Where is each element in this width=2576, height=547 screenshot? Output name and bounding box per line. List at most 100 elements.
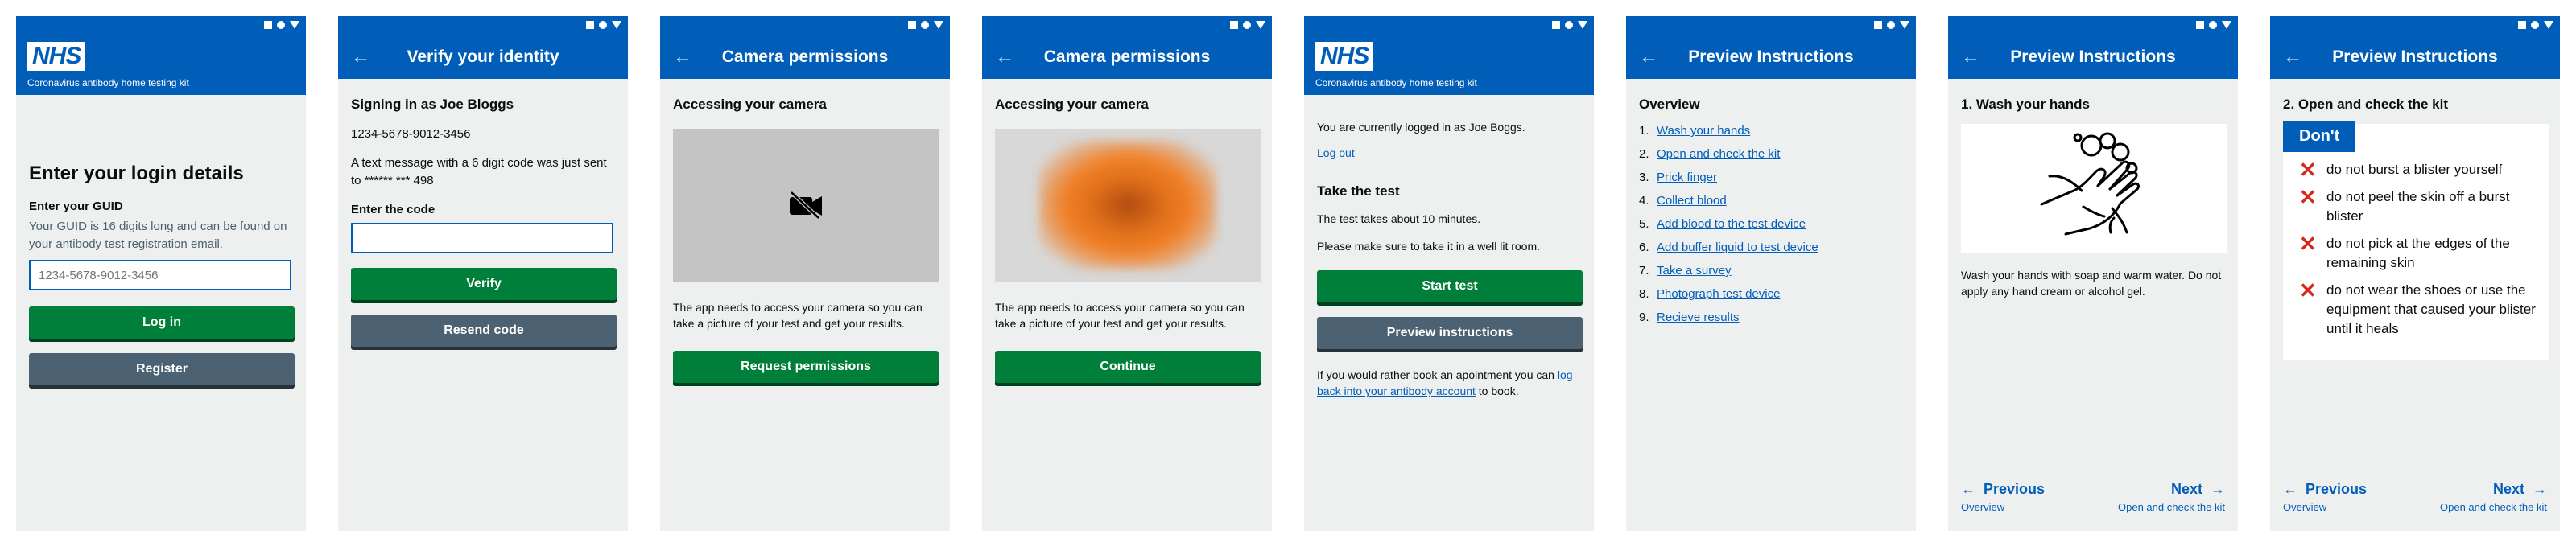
app-subtitle: Coronavirus antibody home testing kit <box>27 77 189 88</box>
screen-step-open-kit: ← Preview Instructions 2. Open and check… <box>2270 16 2560 531</box>
signing-in-text: Signing in as Joe Bloggs <box>351 97 514 112</box>
screen-login: NHS Coronavirus antibody home testing ki… <box>16 16 306 531</box>
back-arrow-icon[interactable]: ← <box>995 45 1014 69</box>
step-number: 8. <box>1639 287 1649 301</box>
request-permissions-button[interactable]: Request permissions <box>673 351 939 383</box>
list-item[interactable]: 6. Add buffer liquid to test device <box>1639 236 1903 259</box>
step-link[interactable]: Open and check the kit <box>1657 142 1780 166</box>
previous-sublabel: Overview <box>1961 501 2005 513</box>
section-heading: Accessing your camera <box>673 97 827 112</box>
list-item[interactable]: 5. Add blood to the test device <box>1639 212 1903 236</box>
dont-list: ✕ do not burst a blister yourself ✕ do not… <box>2283 152 2549 360</box>
screen-overview: ← Preview Instructions Overview 1. Wash y… <box>1626 16 1916 531</box>
guid-input[interactable] <box>29 260 291 290</box>
step-number: 6. <box>1639 241 1649 254</box>
battery-icon <box>2531 21 2539 29</box>
step-instructions: Wash your hands with soap and warm water… <box>1961 269 2222 298</box>
arrow-right-icon: → <box>2211 481 2225 497</box>
notification-icon <box>2518 21 2526 29</box>
list-item[interactable]: 3. Prick finger <box>1639 166 1903 189</box>
dont-panel: Don't ✕ do not burst a blister yourself ✕… <box>2283 121 2549 360</box>
camera-off-icon <box>790 191 822 220</box>
step-link[interactable]: Add buffer liquid to test device <box>1657 236 1818 259</box>
screen-camera-request: ← Camera permissions Accessing your came… <box>660 16 950 531</box>
nhs-header: NHS Coronavirus antibody home testing ki… <box>1304 35 1594 95</box>
screen-title: Camera permissions <box>721 47 889 66</box>
list-item[interactable]: 9. Recieve results <box>1639 306 1903 329</box>
list-item[interactable]: 4. Collect blood <box>1639 189 1903 212</box>
step-link[interactable]: Add blood to the test device <box>1657 212 1806 236</box>
previous-label: Previous <box>1984 481 2046 497</box>
start-test-button[interactable]: Start test <box>1317 270 1583 302</box>
app-subtitle: Coronavirus antibody home testing kit <box>1315 77 1477 88</box>
back-arrow-icon[interactable]: ← <box>351 45 370 69</box>
cross-icon: ✕ <box>2299 158 2317 182</box>
list-item: ✕ do not peel the skin off a burst bliste… <box>2299 187 2541 226</box>
battery-icon <box>1243 21 1251 29</box>
battery-icon <box>277 21 285 29</box>
step-number: 9. <box>1639 311 1649 324</box>
signal-icon <box>1256 21 1265 29</box>
sms-message: A text message with a 6 digit code was j… <box>351 156 607 187</box>
step-link[interactable]: Wash your hands <box>1657 119 1750 142</box>
camera-placeholder <box>673 129 939 282</box>
verify-button[interactable]: Verify <box>351 268 617 300</box>
screen-title: Preview Instructions <box>2010 47 2176 66</box>
next-link[interactable]: Next → Open and check the kit <box>2118 481 2225 513</box>
nhs-logo: NHS <box>1315 42 1374 71</box>
continue-button[interactable]: Continue <box>995 351 1261 383</box>
step-number: 7. <box>1639 264 1649 278</box>
list-item[interactable]: 2. Open and check the kit <box>1639 142 1903 166</box>
notification-icon <box>2196 21 2204 29</box>
step-link[interactable]: Recieve results <box>1657 306 1740 329</box>
list-item: ✕ do not pick at the edges of the remaini… <box>2299 232 2541 273</box>
previous-label: Previous <box>2306 481 2368 497</box>
step-pagination: ← Previous Overview Next → Open and chec… <box>1961 481 2225 521</box>
status-bar <box>1626 16 1916 35</box>
step-link[interactable]: Collect blood <box>1657 189 1727 212</box>
signal-icon <box>934 21 943 29</box>
preview-instructions-button[interactable]: Preview instructions <box>1317 317 1583 349</box>
dont-text: do not peel the skin off a burst blister <box>2326 189 2510 224</box>
step-link[interactable]: Photograph test device <box>1657 282 1780 306</box>
list-item: ✕ do not burst a blister yourself <box>2299 158 2541 182</box>
list-item[interactable]: 1. Wash your hands <box>1639 119 1903 142</box>
previous-link[interactable]: ← Previous Overview <box>2283 481 2367 513</box>
step-link[interactable]: Take a survey <box>1657 259 1732 282</box>
dont-text: do not wear the shoes or use the equipme… <box>2326 282 2536 336</box>
cross-icon: ✕ <box>2299 185 2317 209</box>
login-button[interactable]: Log in <box>29 306 295 339</box>
back-arrow-icon[interactable]: ← <box>1961 45 1980 69</box>
app-bar: ← Preview Instructions <box>2270 35 2560 79</box>
logged-in-text: You are currently logged in as Joe Boggs… <box>1317 121 1525 134</box>
list-item[interactable]: 8. Photograph test device <box>1639 282 1903 306</box>
screen-title: Preview Instructions <box>1688 47 1854 66</box>
arrow-left-icon: ← <box>1961 481 1975 497</box>
step-pagination: ← Previous Overview Next → Open and chec… <box>2283 481 2547 521</box>
back-arrow-icon[interactable]: ← <box>673 45 692 69</box>
previous-link[interactable]: ← Previous Overview <box>1961 481 2045 513</box>
status-bar <box>982 16 1272 35</box>
register-button[interactable]: Register <box>29 353 295 385</box>
next-link[interactable]: Next → Open and check the kit <box>2440 481 2547 513</box>
dont-heading: Don't <box>2283 121 2356 152</box>
status-bar <box>16 16 306 35</box>
battery-icon <box>1565 21 1573 29</box>
nhs-header: NHS Coronavirus antibody home testing ki… <box>16 35 306 95</box>
status-bar <box>1948 16 2238 35</box>
cross-icon: ✕ <box>2299 232 2317 256</box>
app-bar: ← Preview Instructions <box>1948 35 2238 79</box>
logout-link[interactable]: Log out <box>1317 145 1355 161</box>
back-arrow-icon[interactable]: ← <box>2283 45 2302 69</box>
signal-icon <box>612 21 621 29</box>
signal-icon <box>290 21 299 29</box>
book-text-suffix: to book. <box>1475 385 1519 397</box>
nhs-logo: NHS <box>27 42 86 71</box>
list-item[interactable]: 7. Take a survey <box>1639 259 1903 282</box>
code-input[interactable] <box>351 223 613 253</box>
screen-title: Preview Instructions <box>2332 47 2498 66</box>
step-link[interactable]: Prick finger <box>1657 166 1717 189</box>
resend-code-button[interactable]: Resend code <box>351 315 617 347</box>
back-arrow-icon[interactable]: ← <box>1639 45 1658 69</box>
guid-label: Enter your GUID <box>29 199 123 213</box>
